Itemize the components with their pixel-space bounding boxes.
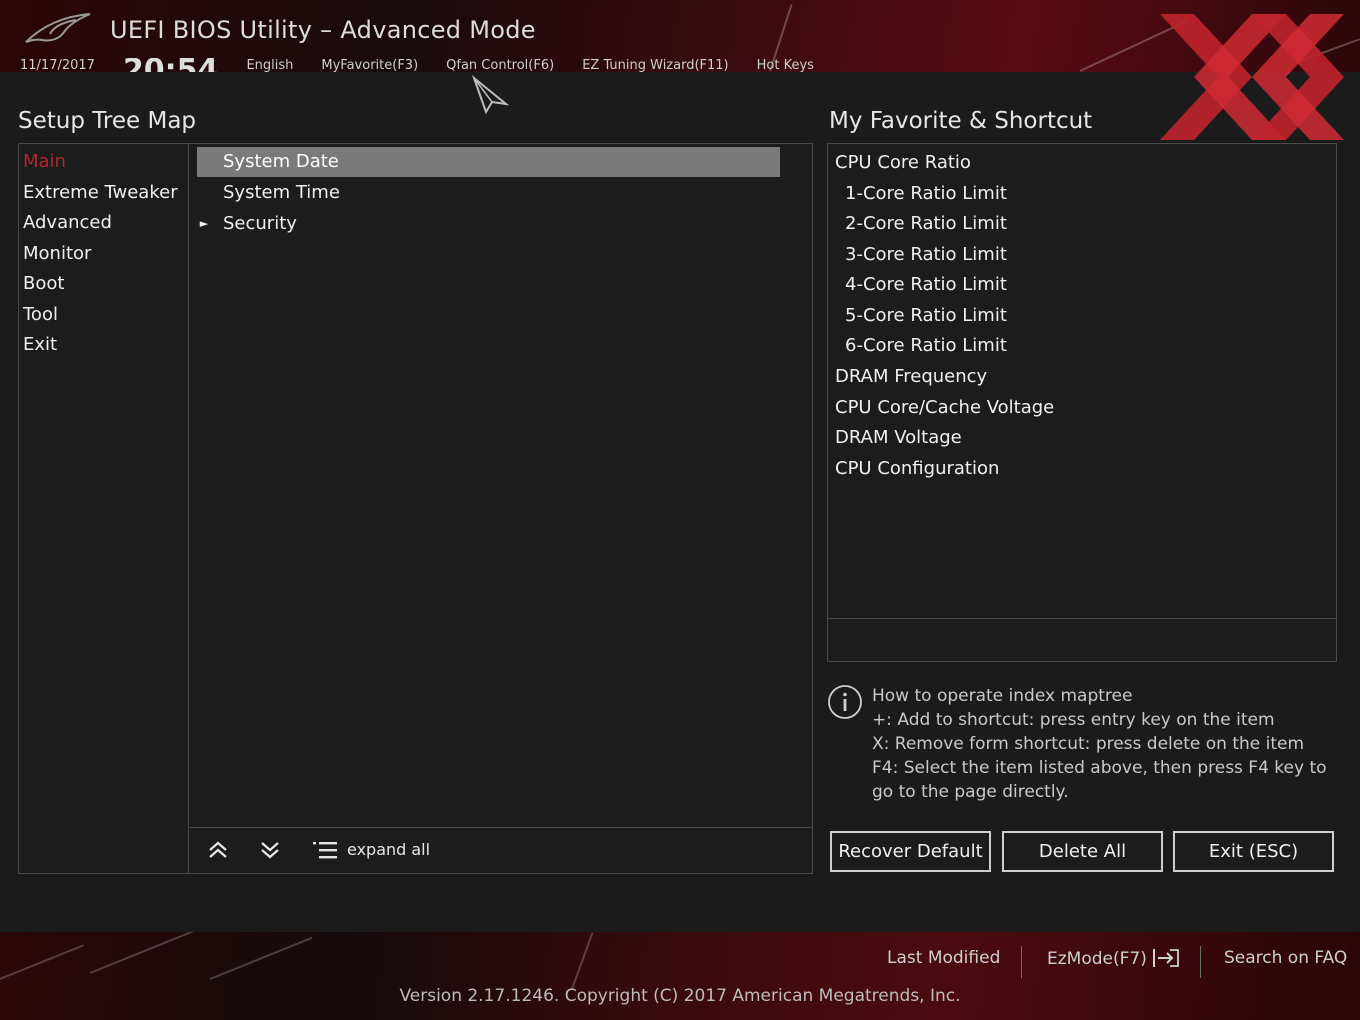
favorite-item-cpu-core-ratio[interactable]: CPU Core Ratio xyxy=(835,149,971,177)
tree-item-label: System Date xyxy=(223,151,339,172)
favorite-item-1-core-ratio-limit[interactable]: 1-Core Ratio Limit xyxy=(845,180,1007,208)
tree-toolbar: expand all xyxy=(190,827,812,873)
header-bar: UEFI BIOS Utility – Advanced Mode 11/17/… xyxy=(0,0,1360,72)
setup-tree-map-title: Setup Tree Map xyxy=(18,108,197,134)
favorite-item-4-core-ratio-limit[interactable]: 4-Core Ratio Limit xyxy=(845,271,1007,299)
category-list: Main Extreme Tweaker Advanced Monitor Bo… xyxy=(19,144,189,873)
expand-all-list-icon[interactable] xyxy=(312,838,338,862)
category-boot[interactable]: Boot xyxy=(23,270,64,298)
help-line: How to operate index maptree xyxy=(872,686,1133,706)
recover-default-button[interactable]: Recover Default xyxy=(830,831,991,872)
footer-bar: Last Modified EzMode(F7) Search on FAQ V… xyxy=(0,932,1360,1020)
rog-logo-icon xyxy=(25,13,91,43)
favorite-shortcut-title: My Favorite & Shortcut xyxy=(829,108,1093,134)
xx-watermark-logo xyxy=(1160,14,1344,140)
favorite-item-cpu-core-cache-voltage[interactable]: CPU Core/Cache Voltage xyxy=(835,394,1054,422)
search-on-faq-button[interactable]: Search on FAQ xyxy=(1224,948,1347,968)
info-icon xyxy=(828,685,862,719)
ez-mode-label: EzMode(F7) xyxy=(1047,949,1147,969)
date-display: 11/17/2017 xyxy=(20,58,95,72)
tree-item-list: System Date System Time ► Security xyxy=(190,144,812,827)
expand-down-icon[interactable] xyxy=(258,838,282,862)
exit-esc-button[interactable]: Exit (ESC) xyxy=(1173,831,1334,872)
my-favorite-button[interactable]: MyFavorite(F3) xyxy=(321,58,418,72)
hot-keys-button[interactable]: Hot Keys xyxy=(757,58,814,72)
expand-arrow-icon[interactable]: ► xyxy=(197,209,211,239)
tree-item-security[interactable]: ► Security xyxy=(197,209,780,239)
favorite-item-2-core-ratio-limit[interactable]: 2-Core Ratio Limit xyxy=(845,210,1007,238)
favorite-item-dram-voltage[interactable]: DRAM Voltage xyxy=(835,424,962,452)
delete-all-button[interactable]: Delete All xyxy=(1002,831,1163,872)
last-modified-button[interactable]: Last Modified xyxy=(887,948,1000,968)
footer-separator xyxy=(1200,946,1201,978)
status-toolbar: 11/17/2017 20:54 English MyFavorite(F3) … xyxy=(20,58,814,72)
favorite-shortcut-panel: CPU Core Ratio 1-Core Ratio Limit 2-Core… xyxy=(827,143,1337,662)
category-extreme-tweaker[interactable]: Extreme Tweaker xyxy=(23,179,178,207)
help-line: X: Remove form shortcut: press delete on… xyxy=(872,734,1305,754)
footer-decor-streak xyxy=(0,944,84,980)
app-title: UEFI BIOS Utility – Advanced Mode xyxy=(110,16,536,44)
category-advanced[interactable]: Advanced xyxy=(23,209,112,237)
version-copyright: Version 2.17.1246. Copyright (C) 2017 Am… xyxy=(399,986,961,1006)
time-display: 20:54 xyxy=(123,58,219,72)
language-selector[interactable]: English xyxy=(246,58,293,72)
favorite-item-cpu-configuration[interactable]: CPU Configuration xyxy=(835,455,999,483)
ez-tuning-wizard-button[interactable]: EZ Tuning Wizard(F11) xyxy=(582,58,728,72)
favorite-panel-divider xyxy=(828,618,1336,619)
exit-to-ez-mode-icon xyxy=(1153,949,1180,967)
tree-item-system-time[interactable]: System Time xyxy=(197,178,780,208)
ez-mode-button[interactable]: EzMode(F7) xyxy=(1047,948,1180,969)
tree-item-label: Security xyxy=(223,213,297,234)
favorite-item-6-core-ratio-limit[interactable]: 6-Core Ratio Limit xyxy=(845,332,1007,360)
category-tool[interactable]: Tool xyxy=(23,301,58,329)
help-line: F4: Select the item listed above, then p… xyxy=(872,758,1327,778)
favorite-item-5-core-ratio-limit[interactable]: 5-Core Ratio Limit xyxy=(845,302,1007,330)
favorite-item-dram-frequency[interactable]: DRAM Frequency xyxy=(835,363,987,391)
setup-tree-panel: Main Extreme Tweaker Advanced Monitor Bo… xyxy=(18,143,813,874)
footer-decor-streak xyxy=(89,932,202,974)
mouse-cursor-icon xyxy=(471,74,510,114)
help-line: go to the page directly. xyxy=(872,782,1069,802)
tree-item-system-date[interactable]: System Date xyxy=(197,147,780,177)
help-line: +: Add to shortcut: press entry key on t… xyxy=(872,710,1275,730)
collapse-all-icon[interactable] xyxy=(206,838,230,862)
help-text-block: How to operate index maptree +: Add to s… xyxy=(872,684,1342,804)
tree-item-label: System Time xyxy=(223,182,340,203)
category-main[interactable]: Main xyxy=(23,148,66,176)
expand-all-button[interactable]: expand all xyxy=(347,838,430,862)
footer-decor-streak xyxy=(209,936,313,980)
category-exit[interactable]: Exit xyxy=(23,331,57,359)
footer-decor-streak xyxy=(571,932,594,990)
footer-separator xyxy=(1021,946,1022,978)
favorite-item-3-core-ratio-limit[interactable]: 3-Core Ratio Limit xyxy=(845,241,1007,269)
qfan-control-button[interactable]: Qfan Control(F6) xyxy=(446,58,554,72)
category-monitor[interactable]: Monitor xyxy=(23,240,91,268)
